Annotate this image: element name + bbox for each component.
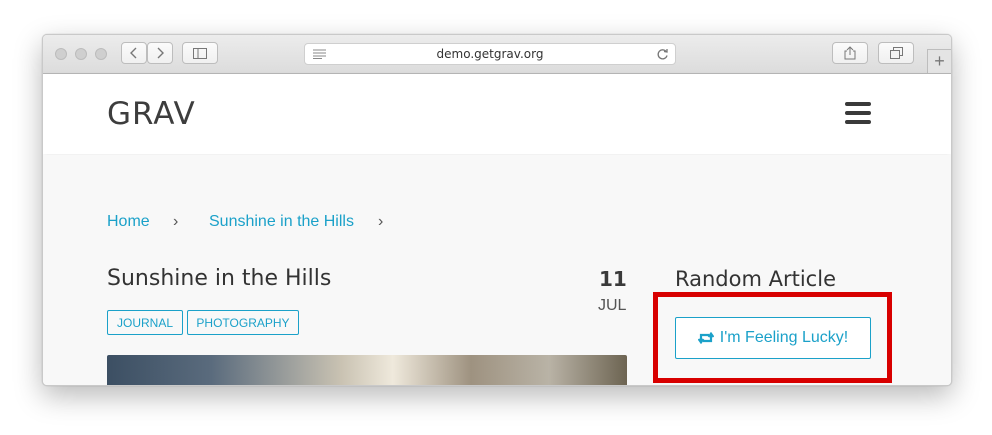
highlight-box xyxy=(653,292,892,383)
address-bar[interactable]: demo.getgrav.org xyxy=(304,43,676,65)
post-date-day: 11 xyxy=(599,267,627,291)
tabs-button[interactable] xyxy=(878,42,914,64)
tag-journal[interactable]: JOURNAL xyxy=(107,310,183,335)
site-logo[interactable]: GRAV xyxy=(107,96,196,132)
breadcrumb-separator: › xyxy=(378,213,384,230)
reader-icon[interactable] xyxy=(313,49,326,59)
breadcrumb-current[interactable]: Sunshine in the Hills xyxy=(209,213,354,231)
share-button[interactable] xyxy=(832,42,868,64)
back-icon xyxy=(130,47,137,59)
share-icon xyxy=(844,46,856,60)
tag-photography[interactable]: PHOTOGRAPHY xyxy=(187,310,299,335)
minimize-window-button[interactable] xyxy=(75,48,87,60)
sidebar-title: Random Article xyxy=(675,267,836,291)
plus-icon: + xyxy=(934,51,945,71)
site-header: GRAV xyxy=(43,74,951,154)
breadcrumb-separator: › xyxy=(173,213,179,230)
back-button[interactable] xyxy=(121,42,147,64)
close-window-button[interactable] xyxy=(55,48,67,60)
post-title[interactable]: Sunshine in the Hills xyxy=(107,266,331,291)
url-text: demo.getgrav.org xyxy=(436,47,544,61)
menu-icon[interactable] xyxy=(845,102,871,124)
sidebar-icon xyxy=(193,47,207,59)
zoom-window-button[interactable] xyxy=(95,48,107,60)
sidebar-button[interactable] xyxy=(182,42,218,64)
forward-button[interactable] xyxy=(147,42,173,64)
post-date-month: JUL xyxy=(598,297,627,314)
breadcrumb-home[interactable]: Home xyxy=(107,213,150,231)
browser-toolbar: demo.getgrav.org + xyxy=(43,35,951,74)
new-tab-button[interactable]: + xyxy=(927,49,951,73)
post-hero-image[interactable] xyxy=(107,355,627,385)
forward-icon xyxy=(157,47,164,59)
tabs-icon xyxy=(889,47,903,59)
reload-icon[interactable] xyxy=(656,48,669,61)
